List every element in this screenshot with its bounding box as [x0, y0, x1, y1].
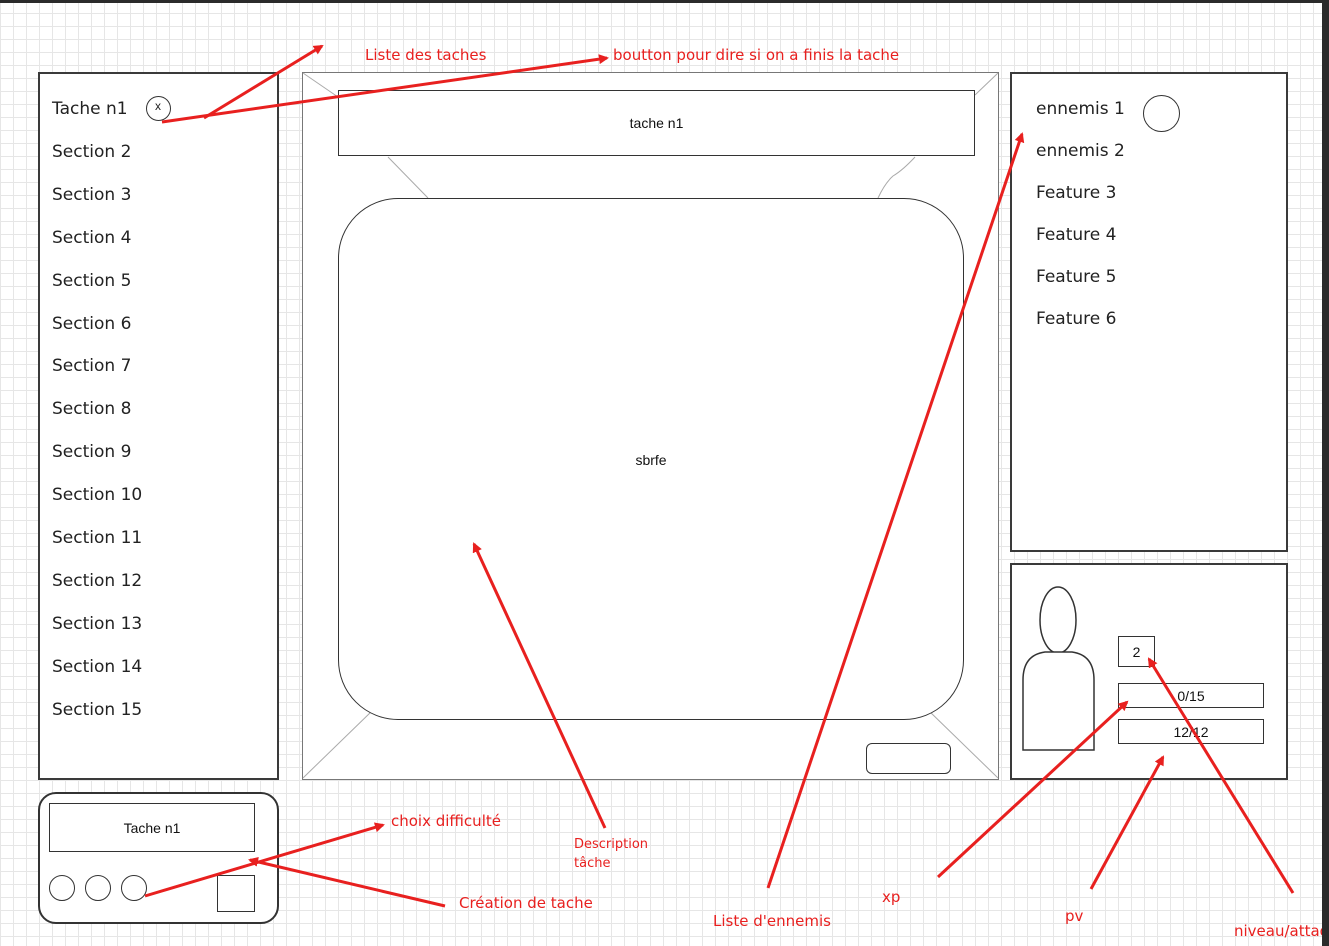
- annotation-pv: pv: [1065, 907, 1084, 925]
- annotation-enemy-list: Liste d'ennemis: [713, 912, 831, 930]
- annotation-creation: Création de tache: [459, 894, 593, 912]
- annotation-difficulty: choix difficulté: [391, 812, 501, 830]
- annotation-task-list: Liste des taches: [365, 46, 487, 64]
- annotation-xp: xp: [882, 888, 901, 906]
- annotation-arrows: [144, 44, 1295, 908]
- annotation-done-button: boutton pour dire si on a finis la tache: [613, 46, 900, 64]
- annotation-level: niveau/attaq: [1234, 922, 1322, 940]
- annotation-description: Description tâche: [574, 837, 649, 871]
